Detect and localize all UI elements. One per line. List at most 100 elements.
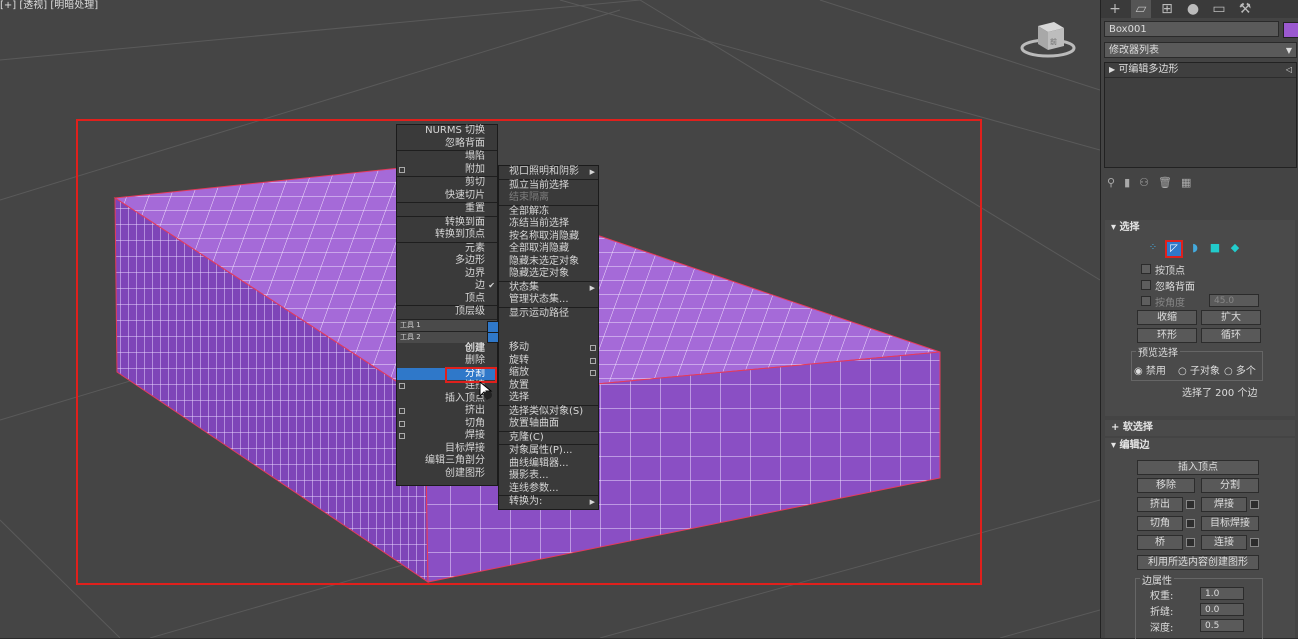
quad-menu-item[interactable]: 挤出: [397, 405, 497, 418]
viewcube-icon[interactable]: 前: [1020, 18, 1076, 58]
utilities-tab-icon[interactable]: ⚒: [1235, 0, 1255, 18]
item-settings-icon[interactable]: [590, 370, 596, 376]
element-mode-icon[interactable]: ◆: [1227, 240, 1243, 256]
stack-item[interactable]: ▶ 可编辑多边形 ◁: [1105, 63, 1296, 78]
quad-menu-item[interactable]: 边 ✔: [397, 280, 497, 293]
quad-menu-item[interactable]: 焊接: [397, 430, 497, 443]
quad-menu-item[interactable]: 忽略背面: [397, 138, 497, 151]
bridge-button[interactable]: 桥: [1137, 535, 1183, 550]
item-settings-icon[interactable]: [590, 345, 596, 351]
item-settings-icon[interactable]: [590, 357, 596, 364]
quad-menu-item[interactable]: 边界: [397, 268, 497, 281]
chamfer-settings-icon[interactable]: [1186, 519, 1195, 528]
connect-settings-icon[interactable]: [1250, 538, 1259, 547]
border-mode-icon[interactable]: ◗: [1187, 240, 1203, 256]
remove-button[interactable]: 移除: [1137, 478, 1195, 493]
preview-disable-radio[interactable]: ◉ 禁用: [1134, 362, 1166, 377]
quad-menu-item[interactable]: 状态集 ▶: [499, 282, 598, 295]
create-tab-icon[interactable]: +: [1105, 0, 1125, 18]
preview-multi-radio[interactable]: ○ 多个: [1224, 362, 1256, 377]
quad-menu-item[interactable]: 顶点: [397, 293, 497, 306]
insert-vertex-button[interactable]: 插入顶点: [1137, 460, 1259, 475]
modify-tab-icon[interactable]: ▱: [1131, 0, 1151, 18]
depth-spinner[interactable]: 0.5: [1200, 619, 1244, 632]
edit-edges-header[interactable]: ▾ 编辑边: [1105, 438, 1295, 454]
quad-menu-item[interactable]: 顶层级: [397, 306, 497, 319]
quad-menu-item[interactable]: 摄影表...: [499, 470, 598, 483]
quad-menu-item[interactable]: 全部解冻: [499, 206, 598, 219]
shrink-button[interactable]: 收缩: [1137, 310, 1197, 325]
quad-menu-item[interactable]: 对象属性(P)...: [499, 445, 598, 458]
quad-menu-item[interactable]: 重置: [397, 203, 497, 216]
make-unique-icon[interactable]: ⚇: [1139, 176, 1158, 189]
weld-button[interactable]: 焊接: [1201, 497, 1247, 512]
edge-mode-icon[interactable]: ◸: [1165, 240, 1183, 258]
quad-menu-item[interactable]: 快速切片: [397, 190, 497, 203]
quad-menu-item[interactable]: 放置: [499, 380, 598, 393]
quad-menu-item[interactable]: 显示运动路径: [499, 308, 598, 321]
by-angle-checkbox[interactable]: [1141, 296, 1151, 306]
quad-menu-item[interactable]: 冻结当前选择: [499, 218, 598, 231]
object-color-swatch[interactable]: [1283, 22, 1298, 38]
quad-menu-item[interactable]: 编辑三角剖分: [397, 455, 497, 468]
quad-menu-item[interactable]: 隐藏选定对象: [499, 268, 598, 281]
modifier-stack[interactable]: ▶ 可编辑多边形 ◁: [1104, 62, 1297, 168]
show-end-result-icon[interactable]: ▮: [1124, 176, 1139, 189]
expand-icon[interactable]: ▶: [1109, 65, 1115, 74]
display-tab-icon[interactable]: ▭: [1209, 0, 1229, 18]
quad-menu-item[interactable]: 隐藏未选定对象: [499, 256, 598, 269]
target-weld-button[interactable]: 目标焊接: [1201, 516, 1259, 531]
quad-menu-item[interactable]: 删除: [397, 355, 497, 368]
quad-menu-item[interactable]: 创建图形: [397, 468, 497, 481]
configure-sets-icon[interactable]: ▦: [1181, 176, 1200, 189]
weight-spinner[interactable]: 1.0: [1200, 587, 1244, 600]
object-name-field[interactable]: Box001: [1104, 21, 1279, 37]
grow-button[interactable]: 扩大: [1201, 310, 1261, 325]
quad-menu-item[interactable]: 放置轴曲面: [499, 418, 598, 431]
quad-menu-item[interactable]: 剪切: [397, 177, 497, 190]
quad-menu-item[interactable]: 选择: [499, 392, 598, 405]
quad-menu-item[interactable]: 选择类似对象(S): [499, 406, 598, 419]
bridge-settings-icon[interactable]: [1186, 538, 1195, 547]
quad-menu-item[interactable]: 孤立当前选择: [499, 180, 598, 193]
quad-menu-item[interactable]: 目标焊接: [397, 443, 497, 456]
quad-menu-item[interactable]: 转换到面: [397, 217, 497, 230]
stack-visibility-icon[interactable]: ◁: [1286, 63, 1292, 77]
crease-spinner[interactable]: 0.0: [1200, 603, 1244, 616]
quad-menu-item[interactable]: 管理状态集...: [499, 294, 598, 307]
split-button[interactable]: 分割: [1201, 478, 1259, 493]
quad-menu-item[interactable]: 按名称取消隐藏: [499, 231, 598, 244]
pin-stack-icon[interactable]: ⚲: [1107, 176, 1124, 189]
viewport-label[interactable]: [+] [透视] [明暗处理]: [0, 0, 98, 11]
item-settings-icon[interactable]: [399, 408, 405, 414]
item-settings-icon[interactable]: [399, 420, 405, 427]
item-settings-icon[interactable]: [399, 433, 405, 439]
quad-menu-item[interactable]: 创建: [397, 343, 497, 356]
polygon-mode-icon[interactable]: ■: [1207, 240, 1223, 256]
quad-menu-item[interactable]: 结束隔离: [499, 192, 598, 205]
modifier-list-dropdown[interactable]: 修改器列表 ▼: [1104, 42, 1297, 58]
preview-subobject-radio[interactable]: ○ 子对象: [1178, 362, 1220, 377]
quad-menu-item[interactable]: 转换到顶点: [397, 229, 497, 242]
quad-menu-item[interactable]: 切角: [397, 418, 497, 431]
extrude-settings-icon[interactable]: [1186, 500, 1195, 509]
hierarchy-tab-icon[interactable]: ⊞: [1157, 0, 1177, 18]
angle-spinner[interactable]: 45.0: [1209, 294, 1259, 307]
quad-menu-item[interactable]: 克隆(C): [499, 432, 598, 445]
quad-menu-item[interactable]: 缩放: [499, 367, 598, 380]
quad-menu-item[interactable]: 转换为: ▶: [499, 496, 598, 509]
item-settings-icon[interactable]: [399, 383, 405, 389]
soft-selection-header[interactable]: + 软选择: [1105, 420, 1295, 436]
quad-menu-item[interactable]: 附加: [397, 164, 497, 177]
connect-button[interactable]: 连接: [1201, 535, 1247, 550]
quad-menu-item[interactable]: 移动: [499, 342, 598, 355]
chamfer-button[interactable]: 切角: [1137, 516, 1183, 531]
quad-menu-item[interactable]: 连线参数...: [499, 483, 598, 496]
by-vertex-checkbox[interactable]: [1141, 264, 1151, 274]
quad-menu-item[interactable]: NURMS 切换: [397, 125, 497, 138]
motion-tab-icon[interactable]: ●: [1183, 0, 1203, 18]
quad-menu-item[interactable]: 曲线编辑器...: [499, 458, 598, 471]
ignore-backface-checkbox[interactable]: [1141, 280, 1151, 290]
ring-button[interactable]: 环形: [1137, 328, 1197, 343]
weld-settings-icon[interactable]: [1250, 500, 1259, 509]
